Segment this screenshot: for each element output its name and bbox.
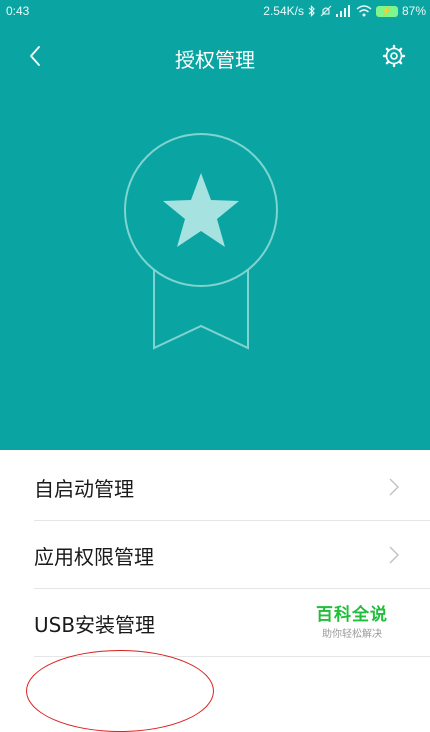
settings-list: 自启动管理 应用权限管理 USB安装管理 百科全说 助你轻松解决	[0, 453, 430, 657]
red-annotation-circle	[26, 650, 214, 732]
signal-icon	[335, 5, 350, 17]
chevron-right-icon	[389, 478, 399, 496]
bluetooth-icon	[308, 5, 315, 17]
watermark-subtitle: 助你轻松解决	[322, 629, 382, 640]
list-item-usb-install[interactable]: USB安装管理 百科全说 助你轻松解决	[34, 589, 430, 657]
battery-icon: ⚡	[375, 5, 398, 17]
mute-bell-icon	[320, 5, 332, 17]
battery-percent: 87%	[401, 4, 426, 18]
list-item-app-permissions[interactable]: 应用权限管理	[34, 521, 430, 589]
list-item-autostart[interactable]: 自启动管理	[34, 453, 430, 521]
list-item-label: 自启动管理	[34, 477, 134, 501]
list-item-label: USB安装管理	[34, 613, 156, 637]
watermark-title: 百科全说	[316, 605, 388, 625]
wifi-icon	[356, 5, 372, 17]
gear-icon	[382, 44, 406, 68]
header-banner: 0:43 2.54K/s ⚡ 87% 授权管理	[0, 0, 430, 450]
page-title: 授权管理	[175, 48, 255, 72]
watermark-logo: 百科全说 助你轻松解决	[316, 600, 388, 640]
settings-button[interactable]	[380, 42, 408, 70]
chevron-right-icon	[389, 546, 399, 564]
title-bar: 授权管理	[0, 32, 430, 80]
star-ribbon-badge-icon	[124, 133, 278, 350]
status-bar: 0:43 2.54K/s ⚡ 87%	[0, 0, 430, 24]
status-icons: 2.54K/s ⚡ 87%	[263, 4, 426, 18]
status-time: 0:43	[6, 4, 30, 18]
net-speed: 2.54K/s	[263, 4, 304, 18]
list-item-label: 应用权限管理	[34, 545, 154, 569]
